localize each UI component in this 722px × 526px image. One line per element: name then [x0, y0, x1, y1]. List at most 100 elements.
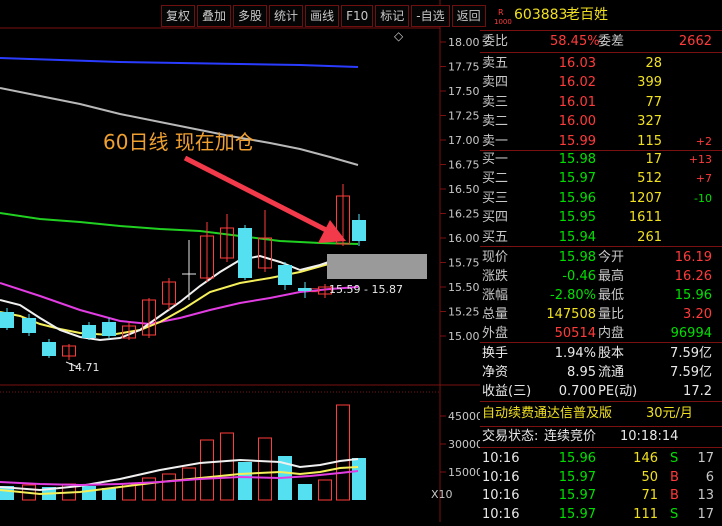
kline-chart-svg[interactable]: 18.00 17.75 17.50 17.25 17.00 16.75 16.50 16.25…	[0, 0, 483, 522]
order-ratio-value: 58.45%	[550, 34, 600, 49]
tick-row: 10:16 15.96 146 S 17	[480, 449, 722, 468]
toolbar-button-overlay[interactable]: 叠加	[197, 5, 232, 27]
quote-label: 最低	[598, 288, 625, 303]
book-price: 15.96	[558, 190, 596, 206]
annotation-arrowhead	[318, 220, 346, 243]
trade-status-row: 交易状态: 连续竞价 10:18:14	[480, 427, 722, 446]
volume-bar-down	[352, 458, 366, 500]
range-label: 15.59 - 15.87	[329, 283, 403, 296]
book-volume: 28	[645, 56, 662, 71]
fundamental-label: 股本	[598, 346, 625, 361]
candle-down-body	[102, 322, 116, 336]
price-axis: 18.00 17.75 17.50 17.25 17.00 16.75 16.50 16.25…	[440, 36, 480, 343]
quote-value: 15.96	[674, 288, 712, 303]
book-price: 16.02	[558, 75, 596, 91]
fundamental-value: 8.95	[567, 365, 596, 380]
price-tick-label: 17.75	[448, 61, 480, 74]
volume-tick-label: 30000	[448, 438, 480, 451]
price-tick-label: 16.00	[448, 232, 480, 245]
fundamental-value: 0.700	[558, 384, 596, 399]
order-diff-value: 2662	[678, 34, 712, 49]
quote-row: 外盘 50514 内盘 96994	[480, 324, 722, 343]
ask-row: 卖二 16.00 327	[480, 112, 722, 131]
ad-text[interactable]: 自动续费通达信普及版	[482, 404, 612, 423]
bid-row: 买二 15.97 512 +7	[480, 169, 722, 188]
trade-status-label: 交易状态:	[482, 429, 539, 444]
book-volume: 17	[645, 152, 662, 167]
book-level-label: 买三	[482, 190, 509, 206]
toolbar-button-mark[interactable]: 标记	[375, 5, 410, 27]
ask-row: 卖五 16.03 28	[480, 54, 722, 73]
bid-row: 买一 15.98 17 +13	[480, 150, 722, 169]
quote-panel: R 1000 603883 老百姓 委比 58.45% 委差 2662 卖五 16…	[480, 0, 722, 522]
volume-axis: 45000 30000 15000	[440, 410, 483, 479]
trade-status-value: 连续竞价	[544, 429, 597, 444]
chart-toolbar: 复权 叠加 多股 统计 画线 F10 标记 -自选 返回	[161, 5, 488, 27]
quote-label: 量比	[598, 307, 625, 322]
quote-value: 147508	[546, 307, 596, 322]
stock-header: R 1000 603883 老百姓	[480, 6, 722, 28]
book-level-label: 买四	[482, 210, 509, 226]
toolbar-button-remove-watchlist[interactable]: -自选	[411, 5, 450, 27]
tick-volume: 71	[641, 488, 658, 503]
divider	[480, 30, 722, 31]
fundamental-row: 换手 1.94% 股本 7.59亿	[480, 344, 722, 363]
ma-blue-line	[0, 57, 359, 68]
quote-value: -2.80%	[550, 288, 596, 303]
candle-down-body	[0, 312, 14, 328]
toolbar-button-multi-stock[interactable]: 多股	[233, 5, 268, 27]
subscription-ad[interactable]: 自动续费通达信普及版 30元/月	[480, 404, 722, 423]
quote-label: 外盘	[482, 326, 509, 341]
ma-white-line	[0, 254, 359, 342]
divider	[480, 342, 722, 343]
price-tick-label: 15.25	[448, 306, 480, 319]
annotation-text: 60日线 现在加仓	[103, 130, 255, 154]
quote-value: 15.98	[558, 250, 596, 265]
quote-value: 16.26	[674, 269, 712, 284]
book-change: +13	[688, 153, 712, 166]
fundamental-value: 7.59亿	[670, 346, 712, 361]
book-volume: 399	[637, 75, 662, 91]
bid-row: 买四 15.95 1611	[480, 208, 722, 227]
divider	[480, 246, 722, 247]
volume-bar-down	[238, 462, 252, 500]
ad-price[interactable]: 30元/月	[646, 404, 693, 423]
quote-label: 涨跌	[482, 269, 509, 284]
tick-time: 10:16	[482, 451, 520, 466]
candle-down-body	[238, 228, 252, 278]
quote-label: 现价	[482, 250, 509, 265]
book-change: -10	[694, 191, 712, 205]
diamond-icon[interactable]: ◇	[394, 29, 404, 43]
order-ratio-row: 委比 58.45% 委差 2662	[480, 32, 722, 51]
fundamental-value: 17.2	[683, 384, 712, 399]
quote-row: 总量 147508 量比 3.20	[480, 305, 722, 324]
divider	[480, 447, 722, 448]
candle-down-body	[22, 318, 36, 333]
volume-tick-label: 15000	[448, 466, 480, 479]
tick-price: 15.97	[558, 506, 596, 522]
price-tick-label: 15.00	[448, 330, 480, 343]
candle-down-body	[42, 342, 56, 356]
toolbar-button-f10[interactable]: F10	[341, 5, 374, 27]
volume-bar-down	[298, 484, 312, 500]
book-level-label: 卖一	[482, 133, 509, 149]
candle-down-body	[82, 325, 96, 338]
volume-unit-label: X10	[431, 488, 453, 501]
kline-chart-area[interactable]: 18.00 17.75 17.50 17.25 17.00 16.75 16.50 16.25…	[0, 0, 483, 522]
quote-value: -0.46	[562, 269, 596, 284]
toolbar-button-draw-line[interactable]: 画线	[305, 5, 340, 27]
annotation-arrow	[183, 155, 332, 235]
book-price: 16.03	[558, 56, 596, 71]
bid-row: 买五 15.94 261	[480, 228, 722, 247]
toolbar-button-statistics[interactable]: 统计	[269, 5, 304, 27]
fundamental-label: 净资	[482, 365, 509, 380]
divider	[480, 52, 722, 53]
tick-time: 10:16	[482, 469, 520, 485]
price-range-box	[327, 254, 427, 279]
quote-label: 内盘	[598, 326, 625, 341]
book-volume: 327	[637, 114, 662, 130]
toolbar-button-restore-rights[interactable]: 复权	[161, 5, 196, 27]
price-tick-label: 16.75	[448, 159, 480, 172]
quote-value: 50514	[554, 326, 596, 341]
book-volume: 1207	[628, 190, 662, 206]
